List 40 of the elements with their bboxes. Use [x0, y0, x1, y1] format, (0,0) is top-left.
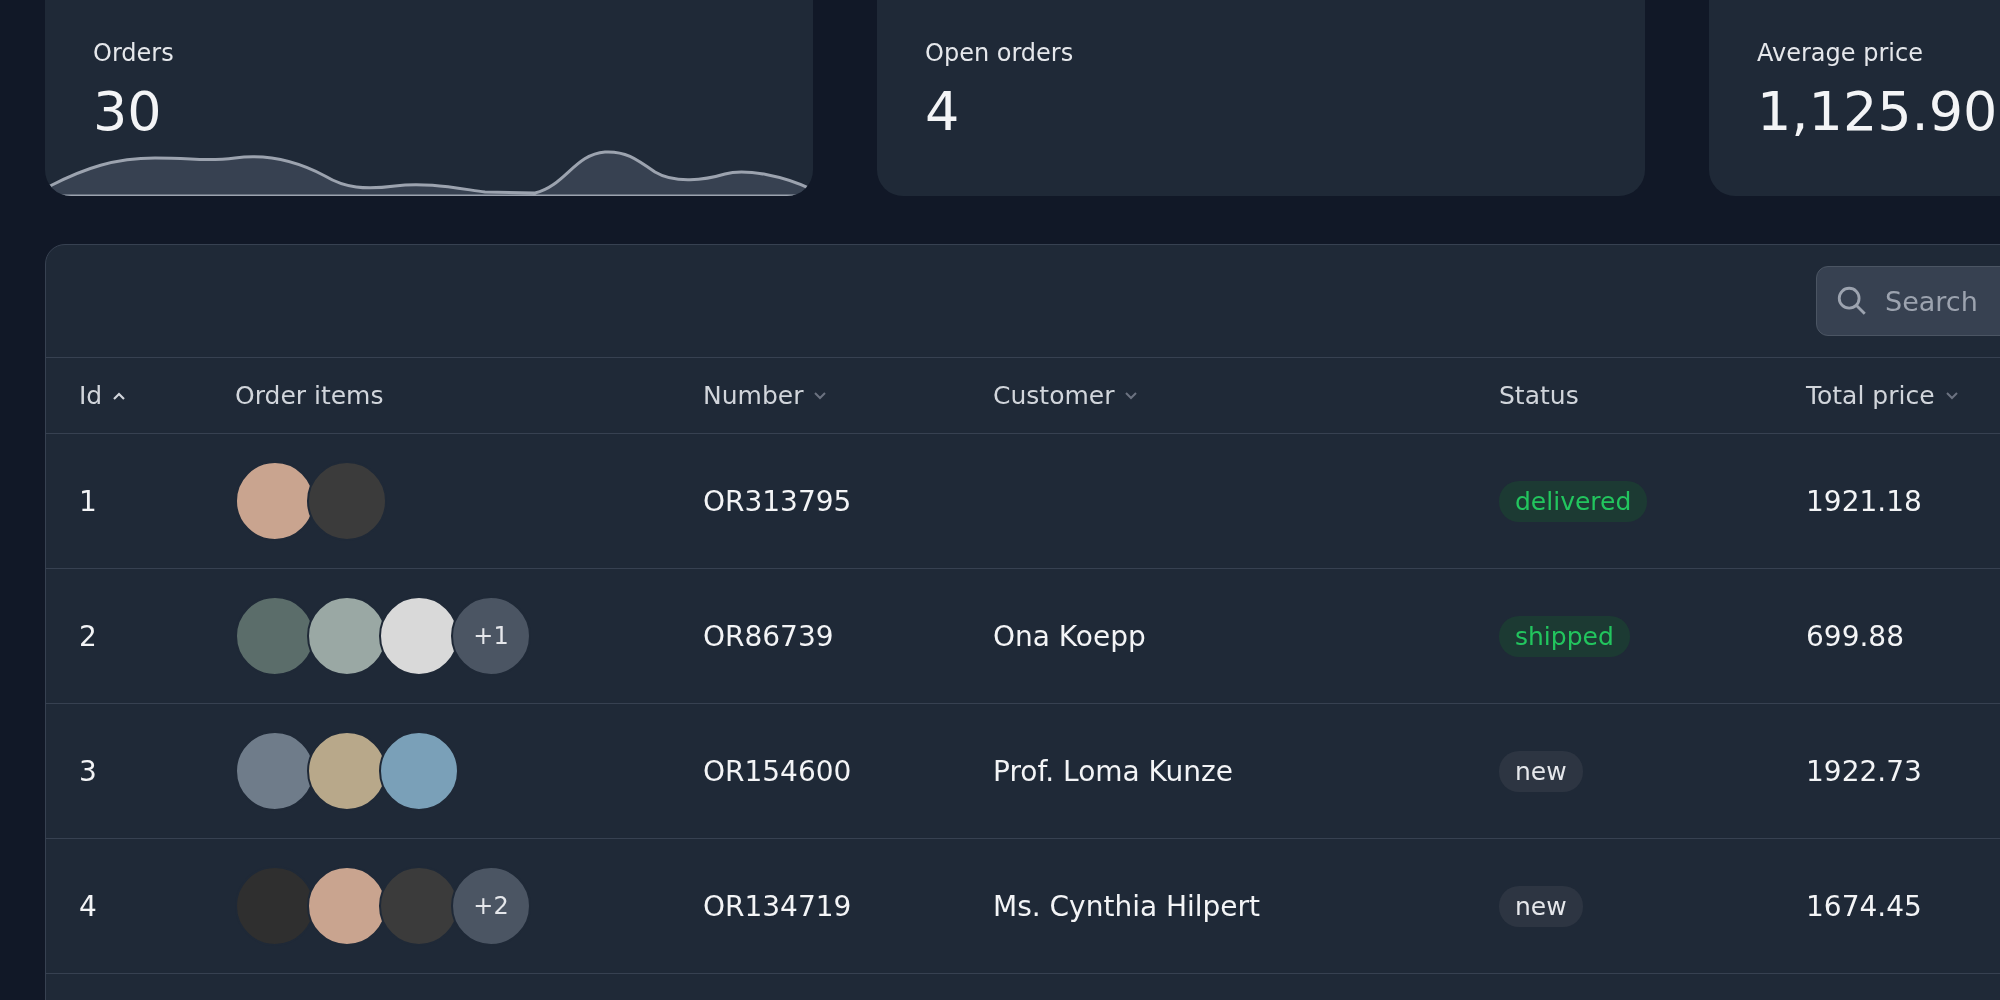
stat-value: 30 [93, 80, 162, 144]
total-price: 1921.18 [1806, 484, 1922, 518]
chevron-down-icon[interactable] [1944, 390, 1959, 401]
search-icon [1835, 284, 1869, 318]
customer-name: Ms. Cynthia Hilpert [993, 889, 1261, 923]
more-items-count: +1 [451, 596, 531, 676]
stat-label: Average price [1757, 38, 1924, 68]
search-field[interactable]: Search [1816, 266, 2000, 336]
status-badge: new [1499, 885, 1583, 927]
stat-label: Open orders [925, 38, 1075, 68]
total-price: 1674.45 [1806, 889, 1922, 923]
id-cell: 3 [79, 754, 97, 788]
column-header[interactable]: Total price [1806, 381, 1959, 410]
stat-value: 4 [925, 80, 960, 144]
customer-name: Ona Koepp [993, 619, 1146, 653]
column-header[interactable]: Number [703, 381, 828, 410]
sort-ascending-icon[interactable] [112, 390, 127, 401]
status-badge: delivered [1499, 480, 1648, 522]
stat-label: Orders [93, 38, 175, 68]
more-items-count: +2 [451, 866, 531, 946]
column-header[interactable]: Customer [993, 381, 1139, 410]
total-price: 1922.73 [1806, 754, 1922, 788]
order-number: OR313795 [703, 484, 852, 518]
stat-value: 1,125.90 [1757, 80, 1998, 144]
order-number: OR134719 [703, 889, 852, 923]
order-number: OR154600 [703, 754, 852, 788]
total-price: 699.88 [1806, 619, 1904, 653]
status-badge: new [1499, 750, 1583, 792]
search-input[interactable]: Search [1883, 284, 2000, 318]
id-cell: 4 [79, 889, 97, 923]
column-header: Status [1499, 381, 1579, 410]
id-cell: 1 [79, 484, 97, 518]
customer-name: Prof. Loma Kunze [993, 754, 1233, 788]
chevron-down-icon[interactable] [1124, 390, 1139, 401]
column-header[interactable]: Id [79, 381, 127, 410]
chevron-down-icon[interactable] [813, 390, 828, 401]
status-badge: shipped [1499, 615, 1630, 657]
column-header: Order items [235, 381, 384, 410]
id-cell: 2 [79, 619, 97, 653]
order-number: OR86739 [703, 619, 834, 653]
